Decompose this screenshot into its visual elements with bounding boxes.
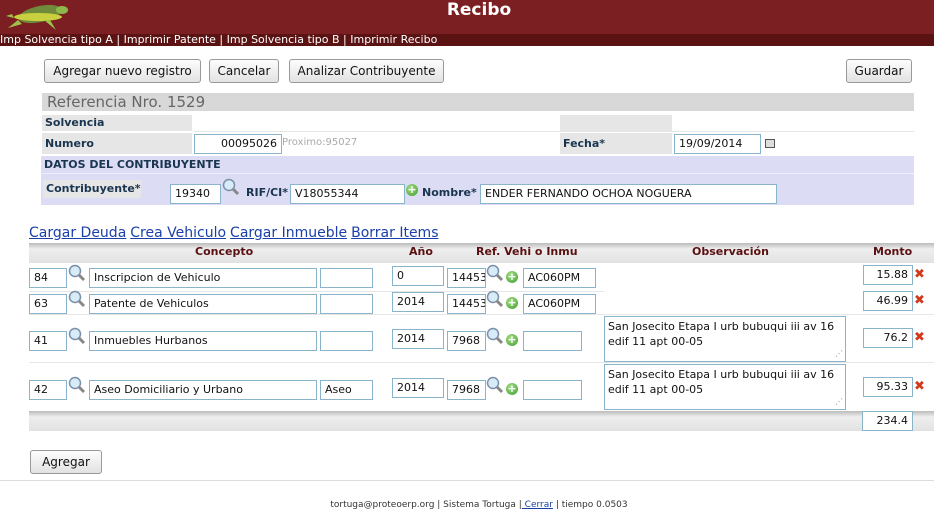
total-input: 234.4: [862, 411, 913, 431]
extra-input[interactable]: [320, 331, 373, 351]
anio-input[interactable]: 2014: [392, 292, 444, 312]
add-icon[interactable]: +: [406, 184, 418, 196]
footer-divider: [0, 480, 934, 481]
search-icon[interactable]: [68, 290, 86, 308]
row-divider: [29, 314, 934, 315]
analyze-taxpayer-button[interactable]: Analizar Contribuyente: [289, 59, 444, 83]
add-icon[interactable]: +: [506, 383, 518, 395]
extra-input[interactable]: [320, 268, 373, 288]
logout-link[interactable]: Cerrar: [522, 500, 553, 510]
search-icon[interactable]: [486, 327, 504, 345]
code-input[interactable]: 84: [29, 268, 67, 288]
nombre-label: Nombre*: [419, 185, 477, 201]
cancel-button[interactable]: Cancelar: [209, 59, 279, 83]
nombre-input[interactable]: ENDER FERNANDO OCHOA NOGUERA: [480, 184, 777, 204]
row-divider: [29, 362, 934, 363]
cargar-deuda-link[interactable]: Cargar Deuda: [29, 225, 126, 241]
code-input[interactable]: 41: [29, 331, 67, 351]
reference-heading: Referencia Nro. 1529: [42, 93, 914, 111]
numero-input[interactable]: 00095026: [194, 134, 282, 154]
header-observacion: Observación: [692, 245, 769, 258]
numero-label: Numero: [42, 133, 192, 154]
row-divider: [29, 291, 604, 292]
extra-input[interactable]: [320, 294, 373, 314]
extra-input[interactable]: Aseo: [320, 380, 373, 400]
observacion-textarea[interactable]: San Josecito Etapa I urb bubuqui iii av …: [604, 364, 846, 410]
ref-input[interactable]: 7968: [447, 331, 486, 351]
concepto-input[interactable]: Patente de Vehiculos: [89, 294, 317, 314]
add-icon[interactable]: +: [506, 271, 518, 283]
search-icon[interactable]: [486, 376, 504, 394]
delete-icon[interactable]: ✖: [914, 380, 925, 394]
add-icon[interactable]: +: [506, 297, 518, 309]
crea-vehiculo-link[interactable]: Crea Vehiculo: [130, 225, 226, 241]
calendar-icon[interactable]: [765, 139, 775, 148]
add-icon[interactable]: +: [506, 334, 518, 346]
anio-input[interactable]: 2014: [392, 378, 444, 398]
ref-detail-input[interactable]: [523, 331, 582, 351]
delete-icon[interactable]: ✖: [914, 294, 925, 308]
concepto-input[interactable]: Inscripcion de Vehiculo: [89, 268, 317, 288]
monto-input[interactable]: 95.33: [863, 377, 913, 397]
add-item-button[interactable]: Agregar: [30, 450, 102, 474]
divider: [41, 173, 914, 174]
delete-icon[interactable]: ✖: [914, 268, 925, 282]
concepto-input[interactable]: Aseo Domiciliario y Urbano: [89, 380, 317, 400]
borrar-items-link[interactable]: Borrar Items: [351, 225, 438, 241]
print-menu: Imp Solvencia tipo A | Imprimir Patente …: [0, 34, 934, 46]
save-button[interactable]: Guardar: [846, 59, 912, 83]
add-new-record-button[interactable]: Agregar nuevo registro: [44, 59, 201, 83]
menu-imp-solvencia-a[interactable]: Imp Solvencia tipo A: [0, 33, 113, 46]
section-title: DATOS DEL CONTRIBUYENTE: [44, 158, 221, 171]
ref-detail-input[interactable]: [523, 380, 582, 400]
divider: [194, 131, 914, 132]
footer: tortuga@proteoerp.org | Sistema Tortuga …: [0, 500, 934, 510]
contribuyente-label: Contribuyente*: [43, 180, 141, 198]
header-ref: Ref. Vehi o Inmu: [476, 245, 578, 258]
monto-input[interactable]: 15.88: [863, 265, 913, 285]
menu-imp-solvencia-b[interactable]: Imp Solvencia tipo B: [227, 33, 340, 46]
delete-icon[interactable]: ✖: [914, 331, 925, 345]
action-links: Cargar Deuda Crea Vehiculo Cargar Inmueble…: [29, 225, 443, 241]
code-input[interactable]: 63: [29, 294, 67, 314]
app-header: Recibo: [0, 0, 934, 34]
monto-input[interactable]: 76.2: [863, 328, 913, 348]
menu-imprimir-recibo[interactable]: Imprimir Recibo: [350, 33, 437, 46]
row-cell: [560, 115, 672, 131]
cargar-inmueble-link[interactable]: Cargar Inmueble: [230, 225, 347, 241]
page-title: Recibo: [446, 0, 512, 20]
next-number-hint: Proximo:95027: [282, 137, 358, 148]
anio-input[interactable]: 2014: [392, 329, 444, 349]
table-footer: [29, 411, 934, 431]
search-icon[interactable]: [486, 290, 504, 308]
header-anio: Año: [409, 245, 433, 258]
search-icon[interactable]: [68, 376, 86, 394]
search-icon[interactable]: [68, 327, 86, 345]
menu-imprimir-patente[interactable]: Imprimir Patente: [124, 33, 216, 46]
fecha-label: Fecha*: [560, 133, 672, 154]
rif-input[interactable]: V18055344: [290, 184, 405, 204]
ref-detail-input[interactable]: AC060PM: [523, 294, 596, 314]
search-icon[interactable]: [486, 264, 504, 282]
header-monto: Monto: [873, 245, 913, 258]
rif-label: RIF/CI*: [243, 185, 289, 201]
anio-input[interactable]: 0: [392, 266, 444, 286]
concepto-input[interactable]: Inmuebles Hurbanos: [89, 331, 317, 351]
header-concepto: Concepto: [195, 245, 254, 258]
ref-input[interactable]: 14453: [447, 294, 486, 314]
ref-input[interactable]: 14453: [447, 268, 486, 288]
ref-detail-input[interactable]: AC060PM: [523, 268, 596, 288]
monto-input[interactable]: 46.99: [863, 291, 913, 311]
solvencia-label: Solvencia: [42, 115, 192, 131]
fecha-input[interactable]: 19/09/2014: [674, 134, 761, 154]
contribuyente-input[interactable]: 19340: [170, 184, 221, 204]
search-icon[interactable]: [222, 178, 240, 196]
ref-input[interactable]: 7968: [447, 380, 486, 400]
footer-time: | tiempo 0.0503: [555, 500, 628, 510]
code-input[interactable]: 42: [29, 380, 67, 400]
footer-text: tortuga@proteoerp.org | Sistema Tortuga …: [330, 500, 522, 510]
search-icon[interactable]: [68, 264, 86, 282]
observacion-textarea[interactable]: San Josecito Etapa I urb bubuqui iii av …: [604, 316, 846, 362]
